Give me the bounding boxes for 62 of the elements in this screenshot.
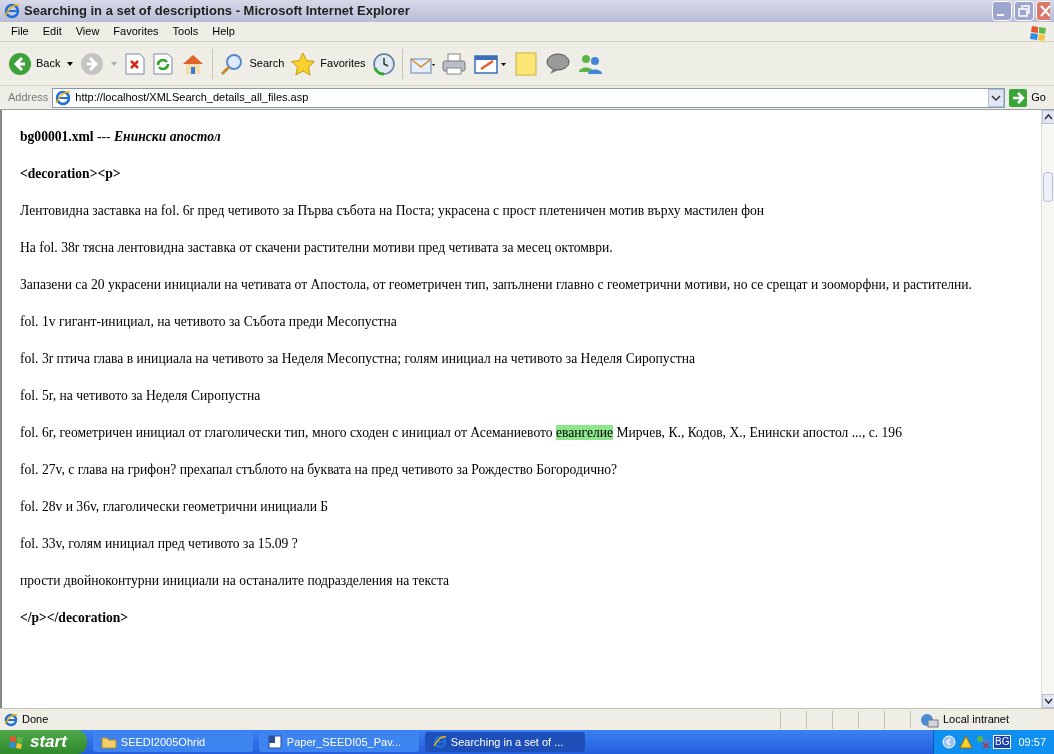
address-field[interactable]: http://localhost/XMLSearch_details_all_files.asp: [52, 87, 1006, 108]
menu-item[interactable]: File: [4, 23, 36, 40]
network-icon: [919, 711, 939, 728]
menu-item[interactable]: Help: [205, 23, 242, 40]
minimize-icon[interactable]: [992, 1, 1012, 21]
paragraph: fol. 1v гигант-инициал, на четивото за Събота преди Месопустна: [20, 313, 398, 331]
paragraph: fol. 28v и 36v, глаголически геометрични инициали Б: [20, 498, 330, 516]
xml-tag: </p></decoration>: [20, 608, 1025, 627]
search-button[interactable]: Search: [219, 51, 285, 76]
menu-item[interactable]: Favorites: [106, 23, 166, 40]
stop-icon[interactable]: [124, 51, 147, 76]
discuss-icon[interactable]: [544, 51, 571, 76]
favorites-button[interactable]: Favorites: [290, 51, 366, 76]
go-button[interactable]: Go: [1009, 88, 1050, 107]
paragraph: fol. 27v, с глава на грифон? прехапал стъблото на буквата на пред четивото за Рождество Богородично?: [20, 461, 619, 479]
paragraph: Запазени са 20 украсени инициали на четивата от Апостола, от геометричен тип, запълнени главно с геометрични мотиви, но се срещат и зооморфни, и растителни.: [20, 276, 974, 294]
page-icon: [4, 712, 18, 727]
status-text: Done: [22, 712, 50, 728]
menu-item[interactable]: Edit: [35, 23, 69, 40]
windows-logo-icon: [8, 734, 26, 750]
folder-icon: [100, 735, 117, 749]
go-arrow-icon: [1009, 88, 1028, 107]
warning-icon[interactable]: [959, 735, 973, 749]
printer-icon[interactable]: [440, 51, 467, 76]
document-icon: [266, 735, 283, 749]
taskbar-button[interactable]: Paper_SEEDI05_Pav...: [258, 732, 419, 752]
taskbar-button[interactable]: Searching in a set of ...: [424, 732, 585, 752]
dropdown-icon[interactable]: [988, 88, 1005, 107]
paragraph: fol. 33v, голям инициал пред четивото за 15.09 ?: [20, 535, 299, 553]
window-title: Searching in a set of descriptions - Microsoft Internet Explorer: [24, 2, 411, 21]
network-icon[interactable]: [976, 735, 990, 749]
refresh-icon[interactable]: [152, 51, 175, 76]
back-button[interactable]: Back: [8, 51, 61, 76]
history-icon[interactable]: [371, 51, 396, 76]
browser-icon: [432, 735, 447, 749]
menu-item[interactable]: View: [68, 23, 107, 40]
taskbar-button[interactable]: SEEDI2005Ohrid: [92, 732, 253, 752]
start-button[interactable]: start: [0, 730, 87, 754]
paragraph: fol. 6r, геометричен инициал от глаголически тип, много сходен с инициал от Асеманиевото евангелие Мирчев, К., Кодов, Х., Енински апостол ..., с. 196: [20, 424, 903, 442]
scroll-up-icon[interactable]: [1042, 110, 1054, 124]
scroll-down-icon[interactable]: [1042, 694, 1054, 708]
zone-text: Local intranet: [943, 712, 1010, 728]
paragraph: fol. 3r птича глава в инициала на четивото за Неделя Месопустна; голям инициал на четивото за Неделя Сиропустна: [20, 350, 696, 368]
address-label: Address: [7, 90, 49, 106]
paragraph: fol. 5r, на четивото за Неделя Сиропустна: [20, 387, 262, 405]
paragraph: прости двойноконтурни инициали на останалите подразделения на текста: [20, 572, 451, 590]
close-icon[interactable]: [1036, 1, 1050, 21]
paragraph: Лентовидна заставка на fol. 6r пред четивото за Първа събота на Поста; украсена с прост плетеничен мотив върху мастилен фон: [20, 202, 766, 220]
xml-tag: <decoration><p>: [20, 164, 1025, 183]
chevron-icon[interactable]: [942, 735, 956, 749]
paragraph: На fol. 38r тясна лентовидна заставка от скачени растителни мотиви пред четивата за месец октомври.: [20, 239, 614, 257]
star-icon: [290, 51, 317, 76]
document-heading: bg00001.xml --- Енински апостол: [20, 128, 222, 146]
browser-icon: [4, 3, 20, 19]
page-icon: [55, 89, 72, 106]
language-indicator[interactable]: BG: [993, 735, 1012, 749]
menu-item[interactable]: Tools: [165, 23, 206, 40]
caret-icon[interactable]: [66, 59, 75, 68]
restore-icon[interactable]: [1014, 1, 1034, 21]
scrollbar[interactable]: [1041, 110, 1054, 708]
scroll-thumb[interactable]: [1043, 172, 1053, 202]
clock: 09:57: [1017, 734, 1046, 750]
